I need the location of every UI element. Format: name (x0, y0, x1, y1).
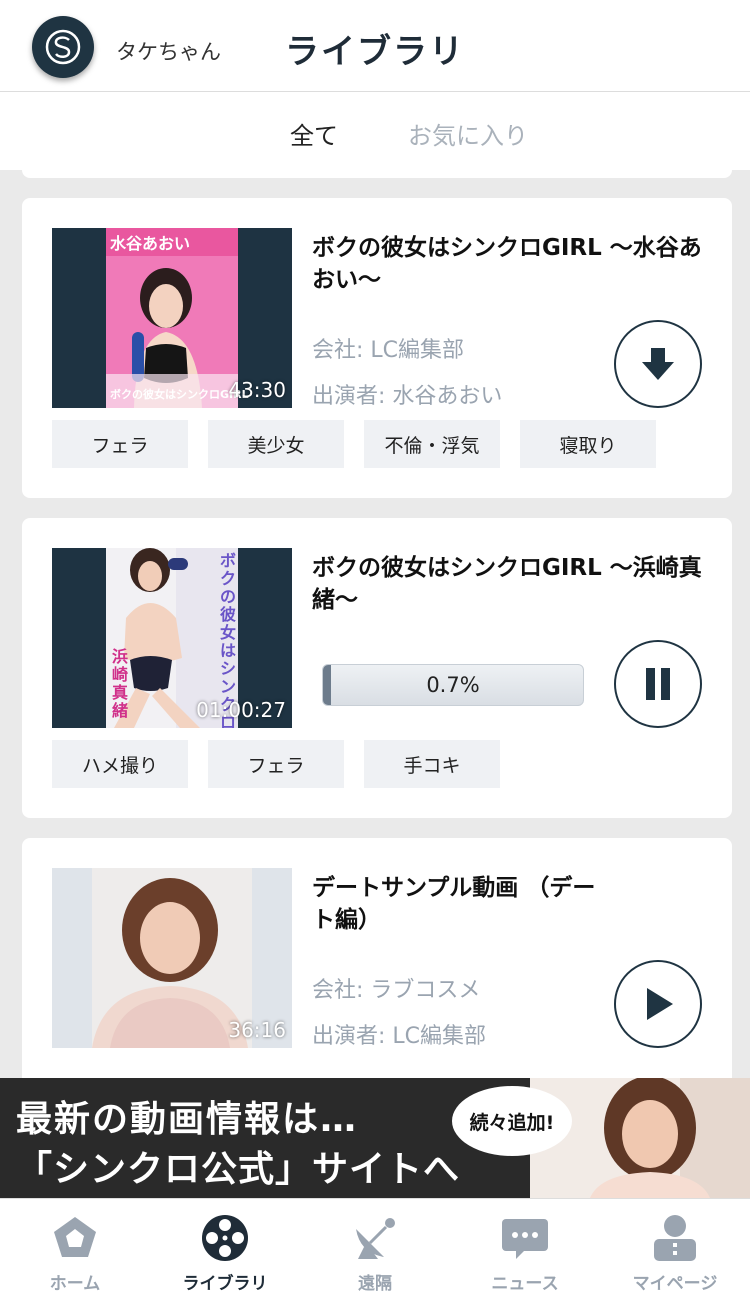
video-thumbnail[interactable]: 36:16 (52, 868, 292, 1048)
video-cast: 出演者: LC編集部 (312, 1024, 487, 1049)
video-title[interactable]: ボクの彼女はシンクロGIRL 〜水谷あおい〜 (312, 232, 712, 296)
tag[interactable]: ハメ撮り (52, 740, 188, 788)
nav-label: マイページ (632, 1274, 718, 1294)
video-duration: 43:30 (228, 378, 286, 402)
poster-image (106, 228, 238, 408)
video-company: 会社: LC編集部 (312, 338, 465, 363)
video-thumbnail[interactable]: 水谷あおい ボクの彼女はシンクロGIRL 43:30 (52, 228, 292, 408)
video-company: 会社: ラブコスメ (312, 978, 481, 1003)
video-duration: 36:16 (228, 1018, 286, 1042)
promo-banner[interactable]: 最新の動画情報は… 「シンクロ公式」サイトへ 続々追加! (0, 1078, 750, 1198)
nav-label: ライブラリ (182, 1274, 268, 1294)
progress-text: 0.7% (426, 673, 480, 697)
tag[interactable]: 寝取り (520, 420, 656, 468)
video-cast: 出演者: 水谷あおい (312, 384, 503, 409)
avatar[interactable] (32, 16, 94, 78)
pause-button[interactable] (614, 640, 702, 728)
nav-label: ホーム (49, 1274, 101, 1294)
video-card[interactable]: ボクの彼女はシンクロGIRL 浜崎真緒 01:00:27 ボクの彼女はシンクロG… (22, 518, 732, 818)
app-logo-icon (45, 29, 81, 65)
app-header: タケちゃん ライブラリ (0, 0, 750, 92)
tab-favorites[interactable]: お気に入り (408, 116, 528, 151)
list-top-edge (22, 166, 732, 178)
home-icon (54, 1217, 96, 1257)
nav-item-news[interactable]: ニュース (450, 1199, 600, 1296)
user-icon (654, 1215, 696, 1261)
tag-list: フェラ 美少女 不倫・浮気 寝取り (52, 420, 656, 468)
video-card[interactable]: 36:16 デートサンプル動画 （デート編） 会社: ラブコスメ 出演者: LC… (22, 838, 732, 1098)
tag[interactable]: 手コキ (364, 740, 500, 788)
nav-item-mypage[interactable]: マイページ (600, 1199, 750, 1296)
username: タケちゃん (116, 40, 221, 64)
bottom-nav: ホーム ライブラリ 遠隔 ニュース マイページ (0, 1198, 750, 1296)
tag[interactable]: フェラ (52, 420, 188, 468)
nav-item-library[interactable]: ライブラリ (150, 1199, 300, 1296)
play-button[interactable] (614, 960, 702, 1048)
play-icon (647, 988, 673, 1020)
tag[interactable]: 美少女 (208, 420, 344, 468)
video-card[interactable]: 水谷あおい ボクの彼女はシンクロGIRL 43:30 ボクの彼女はシンクロGIR… (22, 198, 732, 498)
video-title[interactable]: ボクの彼女はシンクロGIRL 〜浜崎真緒〜 (312, 552, 712, 616)
download-button[interactable] (614, 320, 702, 408)
tag[interactable]: フェラ (208, 740, 344, 788)
film-reel-icon (202, 1215, 248, 1261)
tab-all[interactable]: 全て (290, 116, 338, 151)
filter-tabs: 全て お気に入り (0, 92, 750, 170)
download-progress-bar: 0.7% (322, 664, 584, 706)
tag-list: ハメ撮り フェラ 手コキ (52, 740, 500, 788)
nav-label: ニュース (491, 1274, 559, 1294)
nav-item-home[interactable]: ホーム (0, 1199, 150, 1296)
video-thumbnail[interactable]: ボクの彼女はシンクロGIRL 浜崎真緒 01:00:27 (52, 548, 292, 728)
banner-bubble: 続々追加! (452, 1086, 572, 1156)
poster-name: 水谷あおい (110, 234, 191, 253)
download-arrow-icon (642, 348, 674, 380)
page-title: ライブラリ (285, 32, 465, 72)
nav-label: 遠隔 (358, 1274, 392, 1294)
video-duration: 01:00:27 (196, 698, 286, 722)
nav-item-remote[interactable]: 遠隔 (300, 1199, 450, 1296)
satellite-dish-icon (356, 1218, 395, 1259)
pause-icon (646, 668, 670, 700)
video-title[interactable]: デートサンプル動画 （デート編） (312, 872, 612, 936)
banner-headline: 最新の動画情報は… (16, 1099, 359, 1140)
poster-name: 浜崎真緒 (112, 647, 129, 720)
chat-bubble-icon (502, 1219, 548, 1259)
banner-subline: 「シンクロ公式」サイトへ (16, 1149, 461, 1190)
tag[interactable]: 不倫・浮気 (364, 420, 500, 468)
